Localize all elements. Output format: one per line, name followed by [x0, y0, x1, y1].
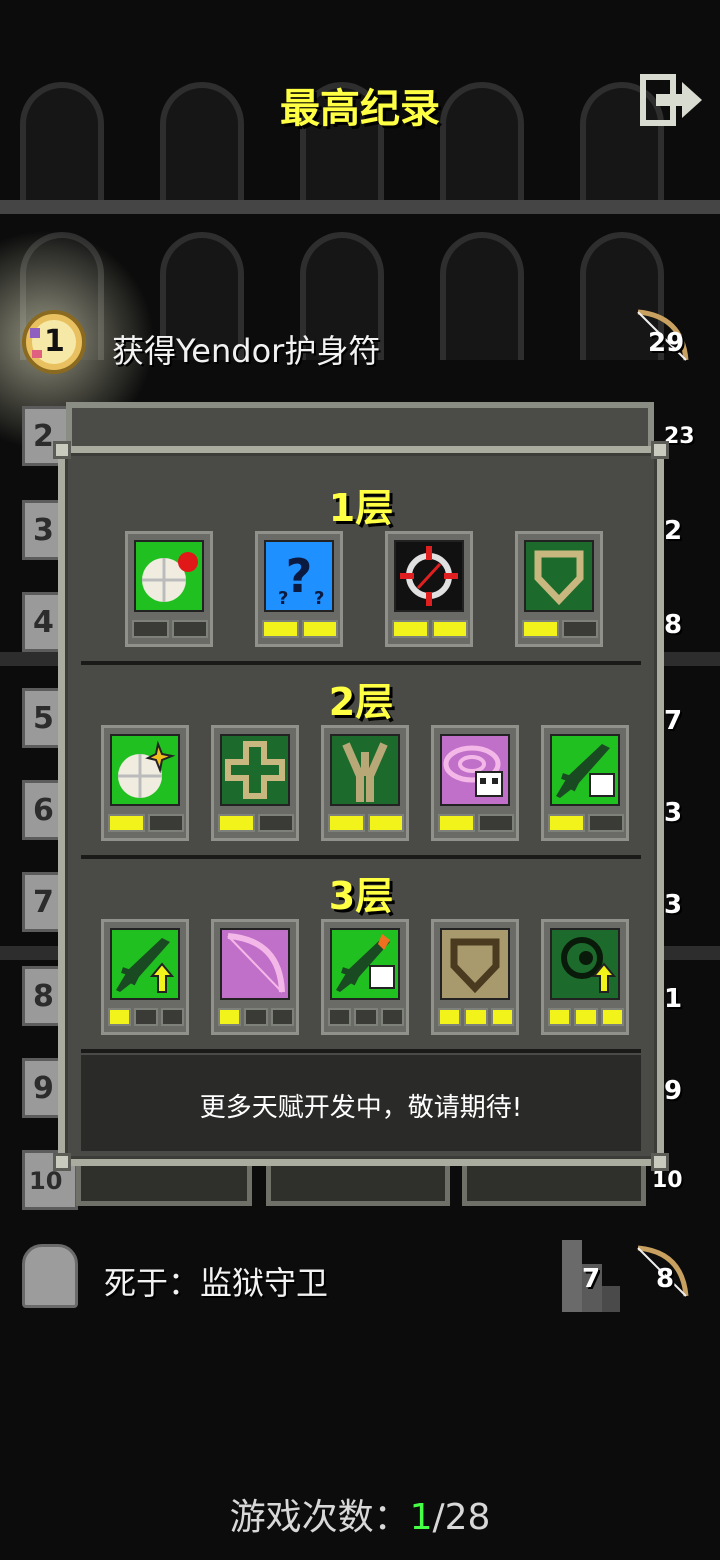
record-score: 3 — [664, 890, 683, 920]
talent-tier3-2[interactable] — [211, 919, 299, 1035]
bow-icon — [220, 928, 290, 1000]
talent-tier2-2[interactable] — [211, 725, 299, 841]
question-mark-icon: ??? — [264, 540, 334, 612]
talent-tier2-3[interactable] — [321, 725, 409, 841]
dart-skull-icon — [550, 734, 620, 806]
talent-tier1-4[interactable] — [515, 531, 603, 647]
tier-2-title: 2层 — [328, 680, 394, 724]
top-record-score: 29 — [648, 328, 685, 358]
talent-tier3-4[interactable] — [431, 919, 519, 1035]
talent-tier2-5[interactable] — [541, 725, 629, 841]
talent-tier2-1[interactable] — [101, 725, 189, 841]
svg-text:?: ? — [278, 588, 288, 609]
last-record-depth: 7 — [582, 1264, 601, 1294]
last-record-description: 死于：监狱守卫 — [104, 1264, 329, 1302]
dart-up-icon — [110, 928, 180, 1000]
talent-tier1-3[interactable] — [385, 531, 473, 647]
record-score: 9 — [664, 1076, 683, 1106]
record-score: 1 — [664, 984, 683, 1014]
skull-swirl-icon — [440, 734, 510, 806]
games-current: 1 — [409, 1497, 433, 1538]
record-score: 7 — [664, 706, 683, 736]
rank-1-number: 1 — [44, 324, 65, 359]
talents-panel: 1层 ??? 2层 3层 更多天赋开发中，敬请期待! — [53, 441, 669, 1171]
page-title: 最高纪录 — [280, 86, 440, 132]
food-plate-icon — [134, 540, 204, 612]
healing-cross-icon — [220, 734, 290, 806]
talent-tier3-1[interactable] — [101, 919, 189, 1035]
shield-outline-icon — [524, 540, 594, 612]
last-record-score: 8 — [656, 1264, 675, 1294]
eye-up-icon — [550, 928, 620, 1000]
games-played-counter: 游戏次数：1/28 — [0, 1488, 720, 1540]
top-record-description: 获得Yendor护身符 — [112, 332, 381, 370]
tier-1-title: 1层 — [328, 486, 394, 530]
gravestone-icon — [22, 1244, 78, 1308]
svg-text:?: ? — [314, 588, 324, 609]
exit-icon — [640, 74, 702, 126]
record-score: 10 — [652, 1168, 683, 1193]
record-score: 2 — [664, 516, 683, 546]
record-score: 8 — [664, 610, 683, 640]
gold-medal-icon: 1 — [22, 310, 86, 374]
record-score: 3 — [664, 798, 683, 828]
talent-tier2-4[interactable] — [431, 725, 519, 841]
tree-root-icon — [330, 734, 400, 806]
svg-text:?: ? — [286, 549, 313, 603]
talent-tier1-1[interactable] — [125, 531, 213, 647]
games-total: /28 — [432, 1497, 491, 1538]
tier-3-title: 3层 — [328, 874, 394, 918]
shield-tan-icon — [440, 928, 510, 1000]
talent-tier1-2[interactable]: ??? — [255, 531, 343, 647]
games-played-label: 游戏次数： — [229, 1497, 410, 1538]
plate-sparkle-icon — [110, 734, 180, 806]
dart-fire-icon — [330, 928, 400, 1000]
stairs-depth-icon: 7 — [562, 1240, 620, 1312]
coming-soon-banner: 更多天赋开发中，敬请期待! — [81, 1055, 641, 1151]
crosshair-icon — [394, 540, 464, 612]
exit-button[interactable] — [640, 74, 704, 126]
talent-tier3-5[interactable] — [541, 919, 629, 1035]
coming-soon-text: 更多天赋开发中，敬请期待! — [199, 1093, 523, 1123]
talent-tier3-3[interactable] — [321, 919, 409, 1035]
